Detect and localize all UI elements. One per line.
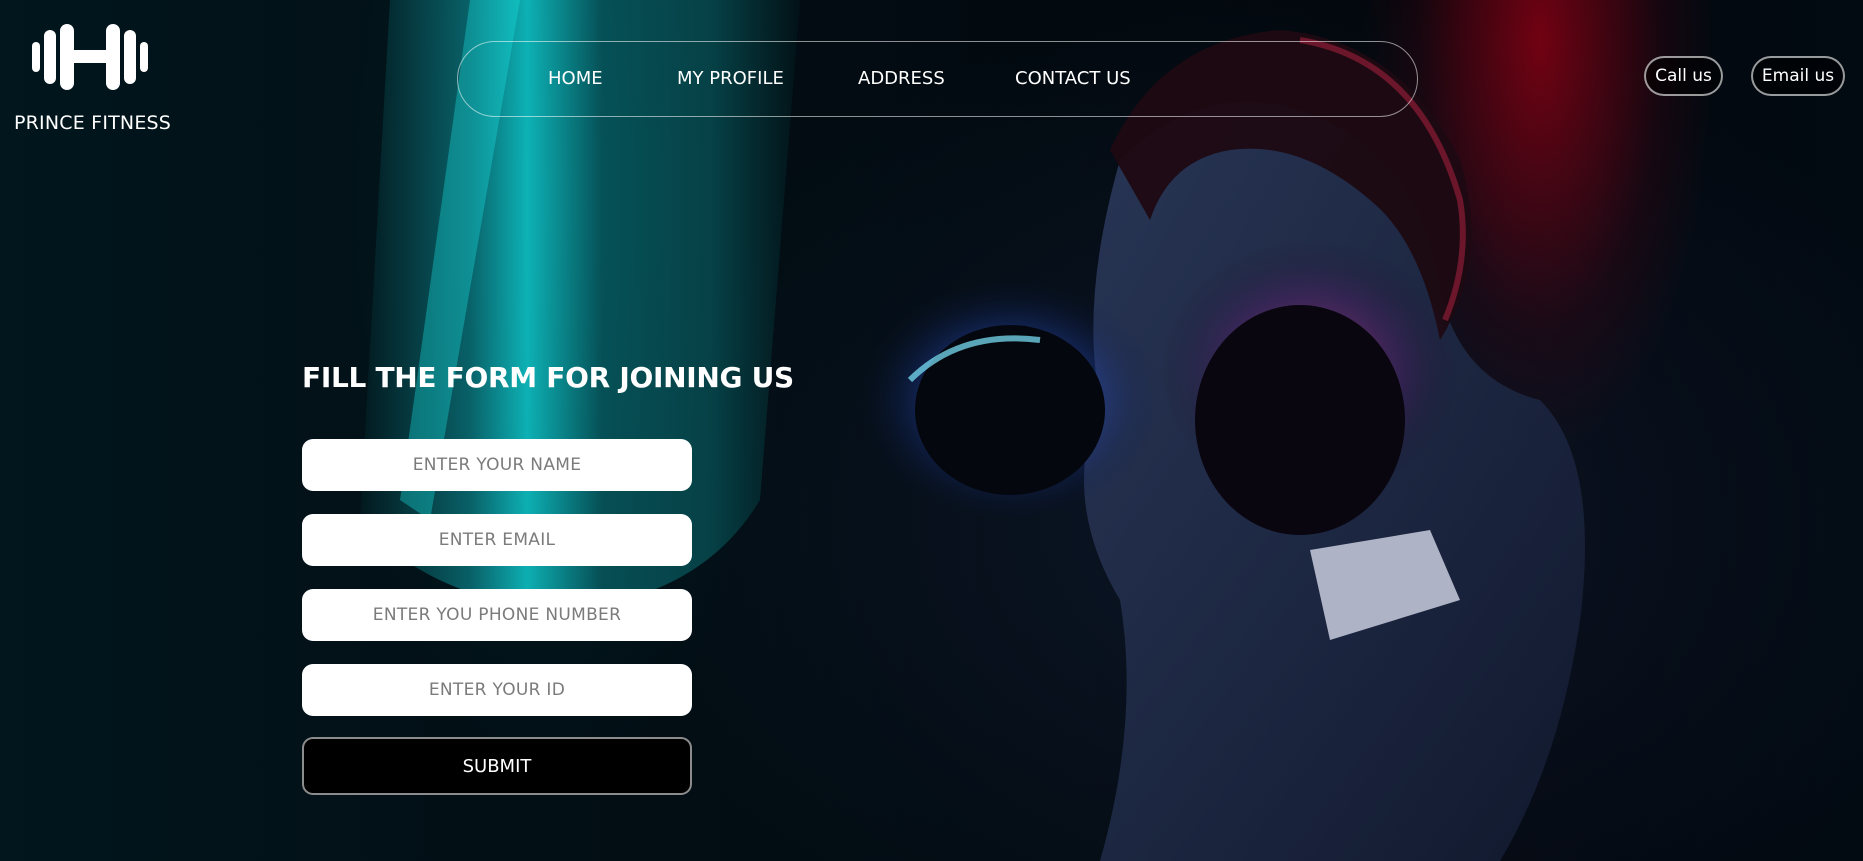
- call-us-button[interactable]: Call us: [1644, 56, 1723, 96]
- boxer-photo: [360, 0, 1585, 861]
- dumbbell-icon: [32, 24, 148, 90]
- name-input[interactable]: [302, 439, 692, 491]
- nav-item-address[interactable]: ADDRESS: [858, 68, 945, 89]
- email-us-button[interactable]: Email us: [1751, 56, 1845, 96]
- brand-logo[interactable]: PRINCE FITNESS: [14, 22, 171, 134]
- nav-item-home[interactable]: HOME: [548, 68, 603, 89]
- phone-input[interactable]: [302, 589, 692, 641]
- email-input[interactable]: [302, 514, 692, 566]
- main-nav: HOME MY PROFILE ADDRESS CONTACT US: [457, 41, 1418, 117]
- nav-item-my-profile[interactable]: MY PROFILE: [677, 68, 784, 89]
- form-title: FILL THE FORM FOR JOINING US: [302, 361, 794, 394]
- brand-name: PRINCE FITNESS: [14, 112, 172, 134]
- submit-button[interactable]: SUBMIT: [302, 737, 692, 795]
- id-input[interactable]: [302, 664, 692, 716]
- nav-item-contact-us[interactable]: CONTACT US: [1015, 68, 1131, 89]
- hero-background-image: [0, 0, 1863, 861]
